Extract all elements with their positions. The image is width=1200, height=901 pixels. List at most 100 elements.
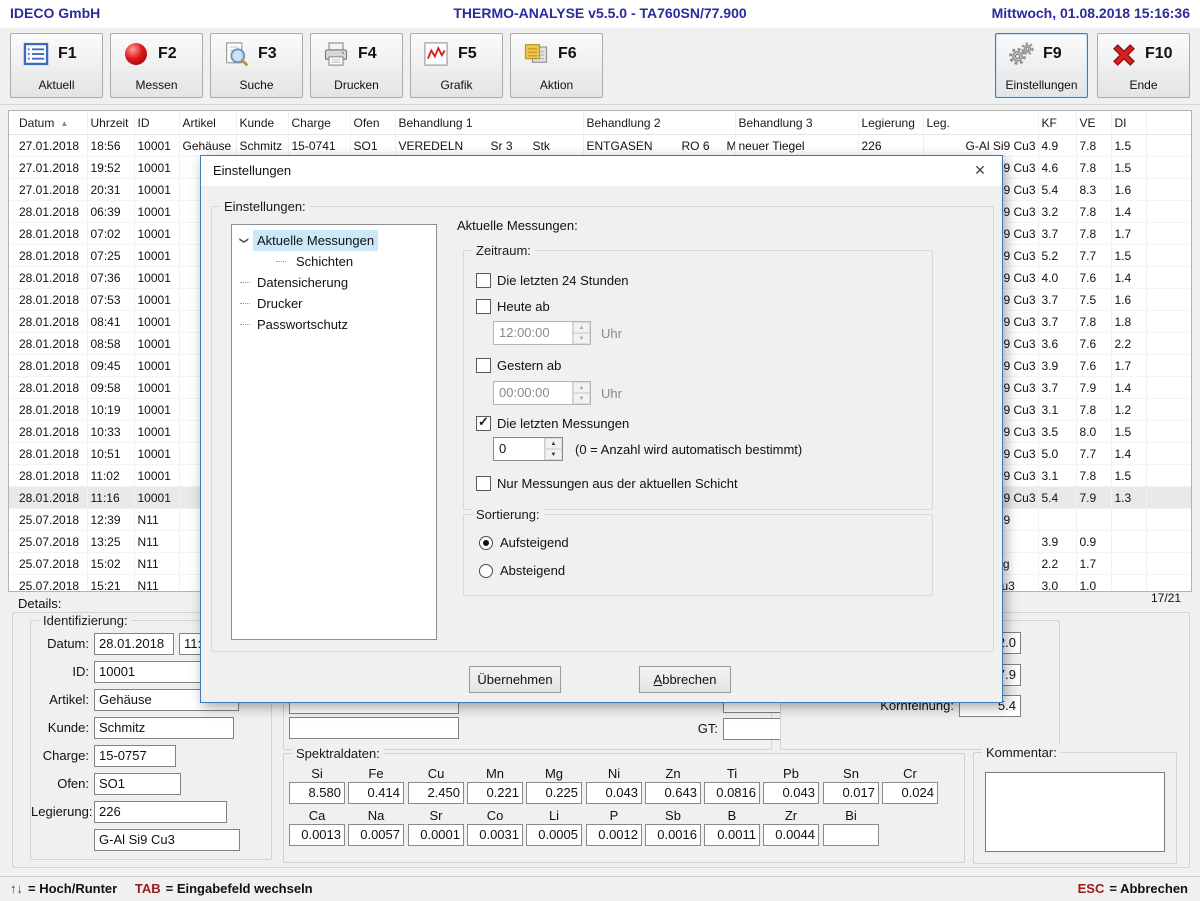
column-header-artikel[interactable]: Artikel xyxy=(179,111,236,135)
tree-item-datensicherung[interactable]: Datensicherung xyxy=(232,272,436,293)
spinner-arrows-icon[interactable]: ▲▼ xyxy=(572,322,590,344)
table-cell: 27.01.2018 xyxy=(9,135,87,157)
app-title: THERMO-ANALYSE v5.5.0 - TA760SN/77.900 xyxy=(453,5,746,21)
tree-item-aktuelle-messungen[interactable]: ❯Aktuelle Messungen xyxy=(232,230,436,251)
table-cell: 0.9 xyxy=(1076,531,1111,553)
table-cell: 28.01.2018 xyxy=(9,223,87,245)
field-input[interactable]: G-Al Si9 Cu3 xyxy=(94,829,240,851)
toolbar-button-einstellungen[interactable]: F9Einstellungen xyxy=(995,33,1088,98)
element-value-input[interactable]: 0.043 xyxy=(586,782,642,804)
element-value-input[interactable]: 0.0057 xyxy=(348,824,404,846)
column-header-uhrzeit[interactable]: Uhrzeit xyxy=(87,111,134,135)
element-value-input[interactable]: 0.0044 xyxy=(763,824,819,846)
table-cell: 1.5 xyxy=(1111,135,1146,157)
gt-input[interactable] xyxy=(723,718,781,740)
table-cell: 12:39 xyxy=(87,509,134,531)
element-value-input[interactable] xyxy=(823,824,879,846)
close-icon[interactable]: ✕ xyxy=(959,157,1001,184)
element-label: Cu xyxy=(408,766,464,781)
field-input[interactable]: 226 xyxy=(94,801,227,823)
toolbar-button-aktuell[interactable]: F1Aktuell xyxy=(10,33,103,98)
close-x-icon xyxy=(1109,40,1139,70)
heute-time-spinner[interactable]: 12:00:00 ▲▼ xyxy=(493,321,591,345)
element-value-input[interactable]: 0.043 xyxy=(763,782,819,804)
element-value-input[interactable]: 0.225 xyxy=(526,782,582,804)
toolbar-button-messen[interactable]: F2Messen xyxy=(110,33,203,98)
tree-connector-line xyxy=(240,303,250,304)
table-cell: 7.8 xyxy=(1076,223,1111,245)
checkbox-heute-ab[interactable]: Heute ab xyxy=(476,299,550,314)
field-input[interactable]: SO1 xyxy=(94,773,181,795)
tree-item-schichten[interactable]: Schichten xyxy=(232,251,436,272)
toolbar-button-ende[interactable]: F10Ende xyxy=(1097,33,1190,98)
table-cell: 10001 xyxy=(134,267,179,289)
column-header-legierung[interactable]: Legierung xyxy=(858,111,923,135)
element-value-input[interactable]: 0.643 xyxy=(645,782,701,804)
column-header-behandlung2[interactable]: Behandlung 2 xyxy=(583,111,735,135)
element-label: Na xyxy=(348,808,404,823)
spinner-arrows-icon[interactable]: ▲▼ xyxy=(572,382,590,404)
table-cell: 7.8 xyxy=(1076,311,1111,333)
tree-item-drucker[interactable]: Drucker xyxy=(232,293,436,314)
element-value-input[interactable]: 0.221 xyxy=(467,782,523,804)
element-value-input[interactable]: 2.450 xyxy=(408,782,464,804)
toolbar-button-drucken[interactable]: F4Drucken xyxy=(310,33,403,98)
checkbox-aktuelle-schicht[interactable]: Nur Messungen aus der aktuellen Schicht xyxy=(476,476,738,491)
checkbox-gestern-ab[interactable]: Gestern ab xyxy=(476,358,561,373)
column-header-ofen[interactable]: Ofen xyxy=(350,111,395,135)
field-input[interactable]: 15-0757 xyxy=(94,745,176,767)
kommentar-textarea[interactable] xyxy=(985,772,1165,852)
column-header-ve[interactable]: VE xyxy=(1076,111,1111,135)
checkbox-icon xyxy=(476,299,491,314)
element-value-input[interactable]: 8.580 xyxy=(289,782,345,804)
field-input[interactable]: Schmitz xyxy=(94,717,234,739)
toolbar-button-grafik[interactable]: F5Grafik xyxy=(410,33,503,98)
element-value-input[interactable]: 0.0031 xyxy=(467,824,523,846)
toolbar-button-aktion[interactable]: F6Aktion xyxy=(510,33,603,98)
element-value-input[interactable]: 0.0816 xyxy=(704,782,760,804)
column-header-behandlung3[interactable]: Behandlung 3 xyxy=(735,111,858,135)
column-header-id[interactable]: ID xyxy=(134,111,179,135)
table-cell: 3.5 xyxy=(1038,421,1076,443)
table-cell xyxy=(1146,245,1192,267)
element-value-input[interactable]: 0.017 xyxy=(823,782,879,804)
table-cell: 3.7 xyxy=(1038,223,1076,245)
esc-key-hint: ESC xyxy=(1078,881,1105,896)
radio-aufsteigend[interactable]: Aufsteigend xyxy=(479,535,569,550)
anzahl-spinner[interactable]: 0 ▲▼ xyxy=(493,437,563,461)
cancel-button[interactable]: Abbrechen xyxy=(639,666,731,693)
sortierung-group: Sortierung: xyxy=(463,514,933,596)
element-value-input[interactable]: 0.0011 xyxy=(704,824,760,846)
element-value-input[interactable]: 0.414 xyxy=(348,782,404,804)
toolbar: F1AktuellF2MessenF3SucheF4DruckenF5Grafi… xyxy=(0,28,1200,105)
toolbar-button-suche[interactable]: F3Suche xyxy=(210,33,303,98)
table-cell: 7.6 xyxy=(1076,333,1111,355)
apply-button[interactable]: Übernehmen xyxy=(469,666,561,693)
column-header-kf[interactable]: KF xyxy=(1038,111,1076,135)
checkbox-letzte-24h[interactable]: Die letzten 24 Stunden xyxy=(476,273,629,288)
chevron-expanded-icon[interactable]: ❯ xyxy=(233,237,254,245)
table-row[interactable]: 27.01.201818:5610001GehäuseSchmitz15-074… xyxy=(9,135,1192,157)
column-header-kunde[interactable]: Kunde xyxy=(236,111,288,135)
table-cell: 5.4 xyxy=(1038,487,1076,509)
element-value-input[interactable]: 0.024 xyxy=(882,782,938,804)
gestern-time-spinner[interactable]: 00:00:00 ▲▼ xyxy=(493,381,591,405)
column-header-charge[interactable]: Charge xyxy=(288,111,350,135)
column-header-behandlung1[interactable]: Behandlung 1 xyxy=(395,111,583,135)
tree-item-passwortschutz[interactable]: Passwortschutz xyxy=(232,314,436,335)
column-header-di[interactable]: DI xyxy=(1111,111,1146,135)
spinner-arrows-icon[interactable]: ▲▼ xyxy=(544,438,562,460)
text-input[interactable] xyxy=(289,717,459,739)
element-value-input[interactable]: 0.0001 xyxy=(408,824,464,846)
radio-selected-icon xyxy=(479,536,493,550)
element-value-input[interactable]: 0.0005 xyxy=(526,824,582,846)
column-header-leg[interactable]: Leg. xyxy=(923,111,1038,135)
field-input[interactable]: 28.01.2018 xyxy=(94,633,174,655)
element-value-input[interactable]: 0.0013 xyxy=(289,824,345,846)
element-value-input[interactable]: 0.0016 xyxy=(645,824,701,846)
checkbox-letzte-messungen[interactable]: Die letzten Messungen xyxy=(476,416,629,431)
radio-absteigend[interactable]: Absteigend xyxy=(479,563,565,578)
element-value-input[interactable]: 0.0012 xyxy=(586,824,642,846)
dialog-titlebar[interactable]: Einstellungen ✕ xyxy=(201,156,1002,186)
column-header-datum[interactable]: Datum▲ xyxy=(9,111,87,135)
